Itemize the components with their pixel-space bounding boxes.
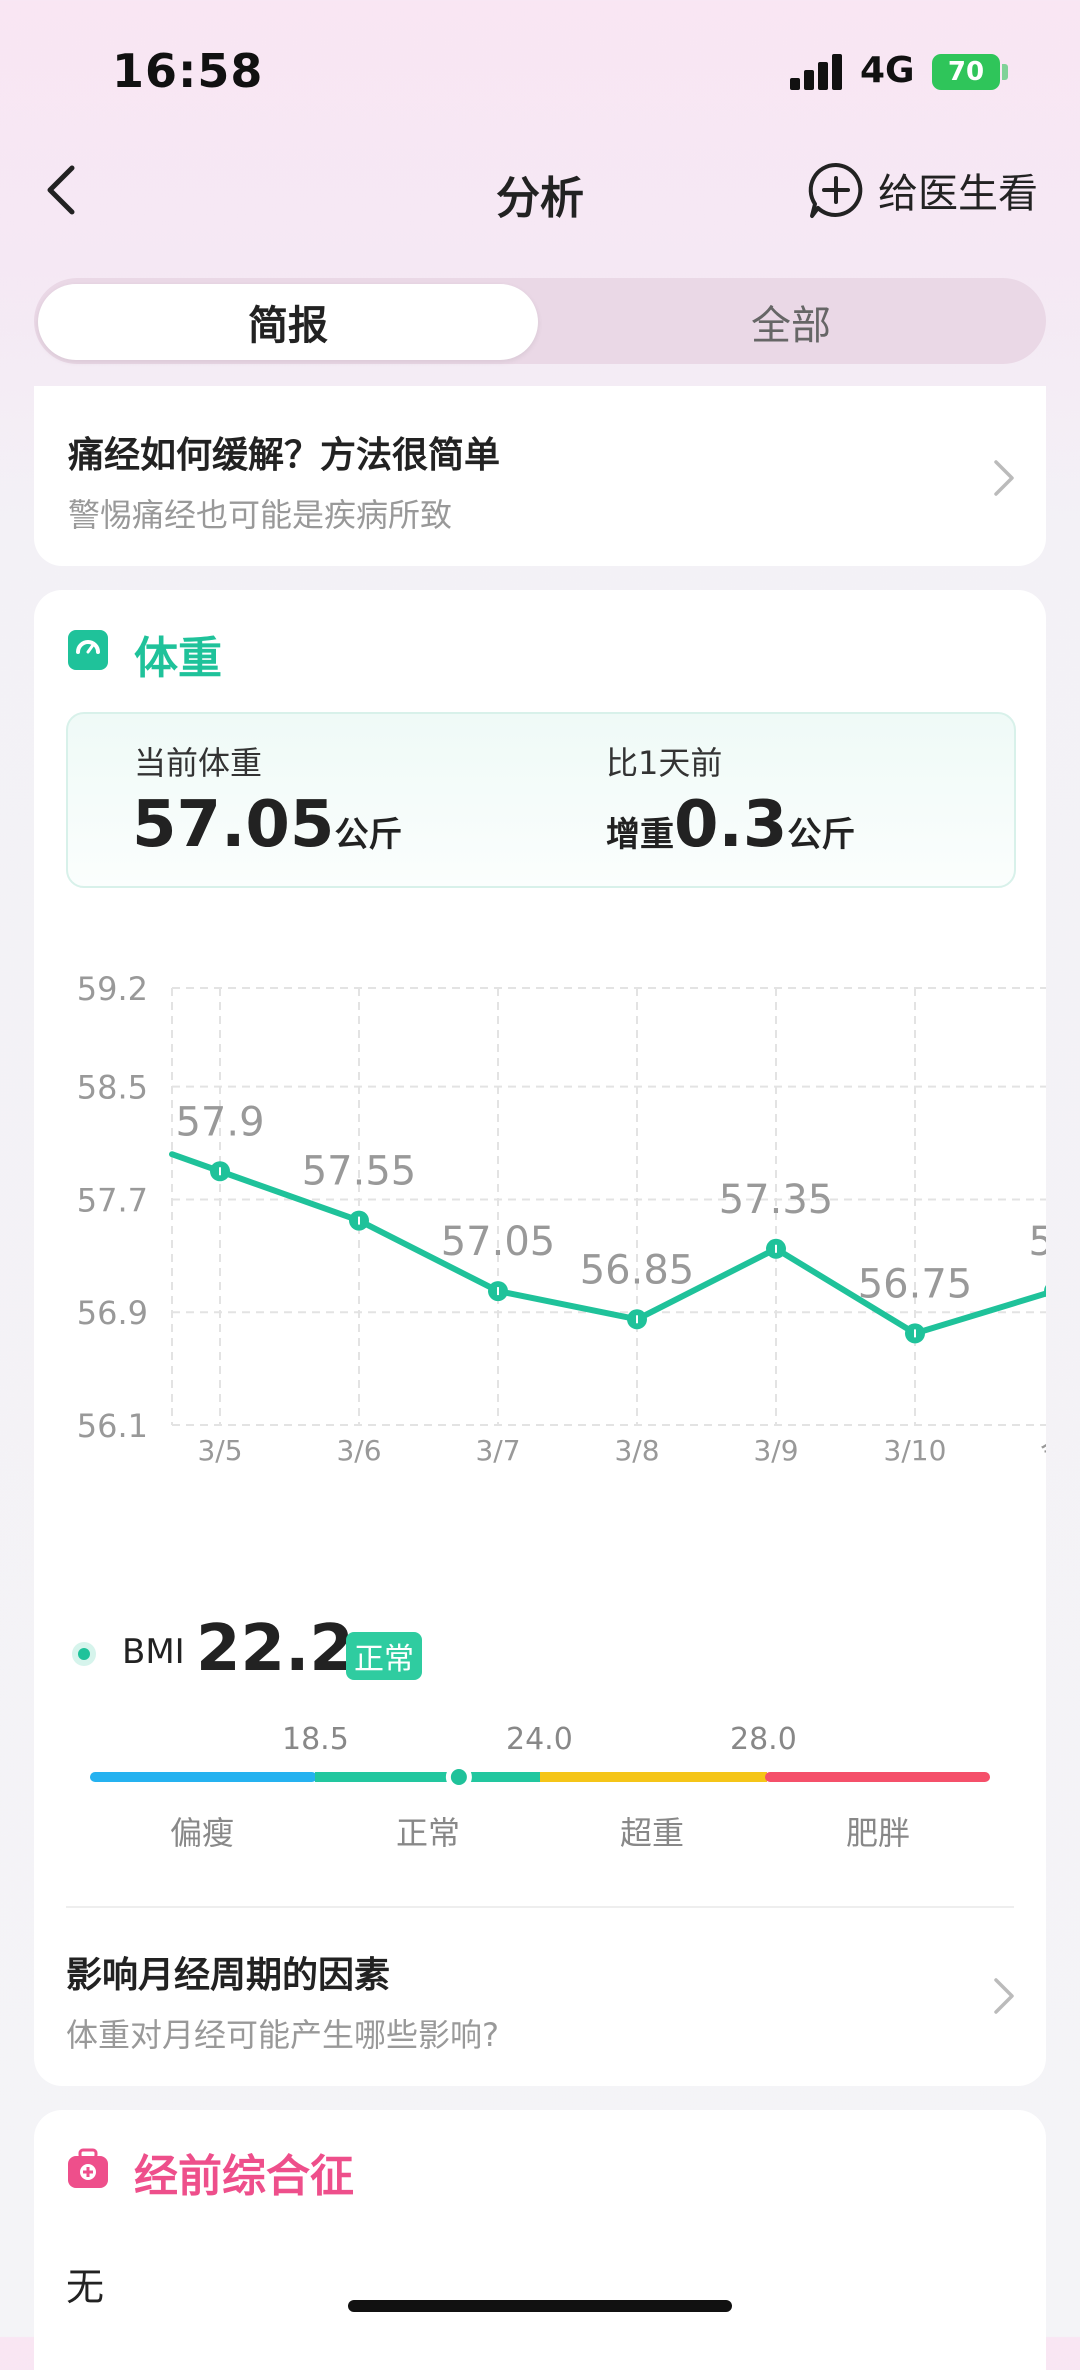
bmi-status-badge: 正常 bbox=[346, 1632, 422, 1680]
chevron-right-icon bbox=[994, 1978, 1014, 2014]
weight-section-title: 体重 bbox=[134, 633, 222, 684]
data-label: 56.85 bbox=[580, 1247, 695, 1293]
show-doctor-label: 给医生看 bbox=[878, 171, 1038, 217]
x-tick-label: 3/8 bbox=[614, 1434, 659, 1467]
bmi-category-obese: 肥胖 bbox=[845, 1814, 910, 1852]
battery-tip bbox=[1002, 64, 1008, 80]
data-label: 57.55 bbox=[302, 1149, 417, 1195]
bmi-segment bbox=[315, 1772, 542, 1782]
bmi-segment bbox=[765, 1772, 990, 1782]
weight-line-chart[interactable]: 59.2 58.5 57.7 56.9 56.1 3/5 3/6 3/7 3/8 3/9 3/10 今… bbox=[0, 940, 1046, 1500]
pms-section-title: 经前综合征 bbox=[134, 2151, 354, 2202]
article-title: 痛经如何缓解？方法很简单 bbox=[68, 435, 501, 476]
current-weight-value: 57.05 bbox=[132, 788, 335, 862]
tab-brief[interactable]: 简报 bbox=[38, 284, 538, 360]
y-tick-label: 56.9 bbox=[77, 1294, 148, 1332]
bmi-category-normal: 正常 bbox=[395, 1814, 460, 1852]
current-weight: 57.05 公斤 bbox=[132, 788, 402, 862]
weight-change: 增重 0.3 公斤 bbox=[606, 788, 855, 862]
bmi-segment bbox=[90, 1772, 317, 1782]
x-tick-label: 3/10 bbox=[884, 1434, 947, 1467]
bmi-marker bbox=[450, 1769, 467, 1785]
bmi-segment bbox=[540, 1772, 767, 1782]
bmi-category-overweight: 超重 bbox=[619, 1814, 684, 1852]
data-label: 56.75 bbox=[858, 1261, 973, 1307]
article2-subtitle: 体重对月经可能产生哪些影响? bbox=[66, 2016, 499, 2054]
status-time: 16:58 bbox=[112, 44, 264, 98]
home-indicator[interactable] bbox=[348, 2300, 732, 2312]
bmi-threshold-2: 24.0 bbox=[506, 1722, 573, 1757]
bmi-label: BMI bbox=[122, 1632, 185, 1672]
pms-value: 无 bbox=[66, 2265, 105, 2309]
article-card-dysmenorrhea[interactable]: 痛经如何缓解？方法很简单 警惕痛经也可能是疾病所致 bbox=[34, 386, 1046, 566]
y-tick-label: 56.1 bbox=[77, 1407, 148, 1445]
bmi-threshold-3: 28.0 bbox=[730, 1722, 797, 1757]
y-tick-label: 58.5 bbox=[77, 1069, 148, 1107]
current-weight-label: 当前体重 bbox=[134, 744, 263, 782]
bmi-category-underweight: 偏瘦 bbox=[169, 1814, 234, 1852]
add-chat-icon bbox=[808, 162, 863, 218]
show-doctor-button[interactable]: 给医生看 bbox=[806, 160, 1038, 220]
tab-all-label: 全部 bbox=[751, 303, 831, 349]
x-tick-label: 3/9 bbox=[753, 1434, 798, 1467]
data-label: 57.35 bbox=[719, 1177, 834, 1223]
weight-change-unit: 公斤 bbox=[787, 815, 856, 855]
tab-brief-label: 简报 bbox=[248, 303, 328, 349]
data-label: 57 bbox=[1029, 1219, 1046, 1265]
y-tick-label: 59.2 bbox=[77, 970, 148, 1008]
current-weight-unit: 公斤 bbox=[334, 815, 403, 855]
article-subtitle: 警惕痛经也可能是疾病所致 bbox=[68, 496, 453, 534]
x-tick-label: 3/7 bbox=[475, 1434, 520, 1467]
bmi-value: 22.2 bbox=[196, 1612, 354, 1686]
bmi-scale-bar bbox=[90, 1764, 990, 1790]
data-label: 57.05 bbox=[441, 1219, 556, 1265]
weight-change-value: 0.3 bbox=[674, 788, 788, 862]
compare-label: 比1天前 bbox=[606, 744, 723, 782]
scale-icon bbox=[68, 630, 108, 670]
bmi-threshold-1: 18.5 bbox=[282, 1722, 349, 1757]
bmi-dot-icon bbox=[72, 1642, 96, 1666]
signal-icon bbox=[790, 54, 844, 90]
weight-change-prefix: 增重 bbox=[606, 815, 674, 855]
x-tick-label: 3/5 bbox=[197, 1434, 242, 1467]
x-tick-label: 今 bbox=[1040, 1434, 1046, 1467]
medical-kit-icon bbox=[68, 2148, 108, 2188]
network-type: 4G bbox=[860, 50, 915, 91]
chevron-right-icon bbox=[994, 460, 1014, 496]
y-tick-label: 57.7 bbox=[77, 1181, 148, 1219]
data-point bbox=[1044, 1285, 1046, 1298]
data-label: 57.9 bbox=[175, 1099, 264, 1145]
article2-title: 影响月经周期的因素 bbox=[66, 1955, 391, 1996]
article-card-cycle-factors[interactable]: 影响月经周期的因素 体重对月经可能产生哪些影响? bbox=[66, 1908, 1046, 2078]
battery-icon: 70 bbox=[932, 54, 1000, 90]
tab-all[interactable]: 全部 bbox=[540, 284, 1042, 360]
x-tick-label: 3/6 bbox=[336, 1434, 381, 1467]
battery-level: 70 bbox=[947, 57, 985, 87]
